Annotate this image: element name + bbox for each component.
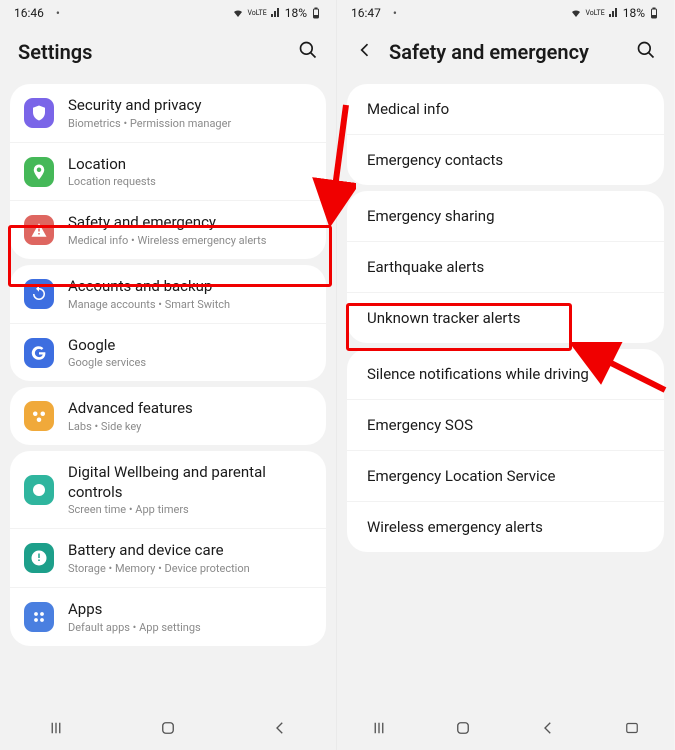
item-sub: Biometrics • Permission manager xyxy=(68,117,312,130)
volte-icon: VoLTE xyxy=(585,10,604,17)
safety-group: Emergency sharing Earthquake alerts Unkn… xyxy=(347,191,664,343)
battery-icon xyxy=(310,7,322,19)
search-icon[interactable] xyxy=(636,40,656,64)
item-sub: Storage • Memory • Device protection xyxy=(68,562,312,575)
sync-icon xyxy=(24,279,54,309)
settings-item-location[interactable]: Location Location requests xyxy=(10,142,326,201)
item-unknown-tracker[interactable]: Unknown tracker alerts xyxy=(347,292,664,343)
settings-pane: 16:46 • VoLTE 18% Settings Security and … xyxy=(0,0,337,750)
settings-item-accounts[interactable]: Accounts and backup Manage accounts • Sm… xyxy=(10,265,326,323)
recents-button[interactable] xyxy=(370,719,388,741)
item-sub: Medical info • Wireless emergency alerts xyxy=(68,234,312,247)
item-title: Location xyxy=(68,155,312,175)
star-icon xyxy=(24,401,54,431)
settings-item-battery[interactable]: Battery and device care Storage • Memory… xyxy=(10,528,326,587)
settings-group: Advanced features Labs • Side key xyxy=(10,387,326,445)
item-title: Accounts and backup xyxy=(68,277,312,297)
settings-group: Security and privacy Biometrics • Permis… xyxy=(10,84,326,259)
keyboard-button[interactable] xyxy=(623,719,641,741)
item-title: Battery and device care xyxy=(68,541,312,561)
search-icon[interactable] xyxy=(298,40,318,64)
status-bar-right: 16:47 • VoLTE 18% xyxy=(337,0,674,24)
settings-header: Settings xyxy=(0,24,336,78)
recents-button[interactable] xyxy=(47,719,65,741)
item-emergency-sos[interactable]: Emergency SOS xyxy=(347,399,664,450)
shield-icon xyxy=(24,98,54,128)
item-title: Security and privacy xyxy=(68,96,312,116)
home-button[interactable] xyxy=(159,719,177,741)
wellbeing-icon xyxy=(24,475,54,505)
settings-item-security[interactable]: Security and privacy Biometrics • Permis… xyxy=(10,84,326,142)
item-sub: Google services xyxy=(68,356,312,369)
item-title: Google xyxy=(68,336,312,356)
more-dot: • xyxy=(393,6,397,20)
item-title: Apps xyxy=(68,600,312,620)
clock: 16:46 xyxy=(14,6,44,20)
safety-group: Silence notifications while driving Emer… xyxy=(347,349,664,552)
battery-icon xyxy=(648,7,660,19)
settings-item-apps[interactable]: Apps Default apps • App settings xyxy=(10,587,326,646)
settings-group: Accounts and backup Manage accounts • Sm… xyxy=(10,265,326,381)
battery-pct: 18% xyxy=(285,6,307,20)
item-wireless-alerts[interactable]: Wireless emergency alerts xyxy=(347,501,664,552)
item-medical-info[interactable]: Medical info xyxy=(347,84,664,134)
signal-icon xyxy=(270,7,282,19)
wifi-icon xyxy=(232,7,244,19)
status-bar-left: 16:46 • VoLTE 18% xyxy=(0,0,336,24)
item-title: Advanced features xyxy=(68,399,312,419)
item-sub: Default apps • App settings xyxy=(68,621,312,634)
safety-pane: 16:47 • VoLTE 18% Safety and emergency M… xyxy=(337,0,674,750)
page-title: Safety and emergency xyxy=(389,40,589,64)
clock: 16:47 xyxy=(351,6,381,20)
back-icon[interactable] xyxy=(355,40,375,64)
signal-icon xyxy=(608,7,620,19)
item-emergency-sharing[interactable]: Emergency sharing xyxy=(347,191,664,241)
nav-bar-right xyxy=(337,710,674,750)
safety-group: Medical info Emergency contacts xyxy=(347,84,664,185)
item-sub: Labs • Side key xyxy=(68,420,312,433)
settings-item-advanced[interactable]: Advanced features Labs • Side key xyxy=(10,387,326,445)
back-button[interactable] xyxy=(539,719,557,741)
home-button[interactable] xyxy=(454,719,472,741)
more-dot: • xyxy=(56,6,60,20)
volte-icon: VoLTE xyxy=(247,10,266,17)
nav-bar-left xyxy=(0,710,336,750)
wifi-icon xyxy=(570,7,582,19)
item-sub: Location requests xyxy=(68,175,312,188)
settings-item-safety[interactable]: Safety and emergency Medical info • Wire… xyxy=(10,200,326,259)
pin-icon xyxy=(24,157,54,187)
apps-icon xyxy=(24,602,54,632)
page-title: Settings xyxy=(18,40,92,64)
device-care-icon xyxy=(24,543,54,573)
settings-item-google[interactable]: Google Google services xyxy=(10,323,326,382)
alert-icon xyxy=(24,215,54,245)
settings-item-wellbeing[interactable]: Digital Wellbeing and parental controls … xyxy=(10,451,326,528)
item-sub: Manage accounts • Smart Switch xyxy=(68,298,312,311)
settings-group: Digital Wellbeing and parental controls … xyxy=(10,451,326,646)
back-button[interactable] xyxy=(271,719,289,741)
item-silence-driving[interactable]: Silence notifications while driving xyxy=(347,349,664,399)
google-icon xyxy=(24,338,54,368)
item-emergency-contacts[interactable]: Emergency contacts xyxy=(347,134,664,185)
item-title: Digital Wellbeing and parental controls xyxy=(68,463,312,502)
battery-pct: 18% xyxy=(623,6,645,20)
safety-header: Safety and emergency xyxy=(337,24,674,78)
item-location-service[interactable]: Emergency Location Service xyxy=(347,450,664,501)
item-title: Safety and emergency xyxy=(68,213,312,233)
item-sub: Screen time • App timers xyxy=(68,503,312,516)
item-earthquake-alerts[interactable]: Earthquake alerts xyxy=(347,241,664,292)
